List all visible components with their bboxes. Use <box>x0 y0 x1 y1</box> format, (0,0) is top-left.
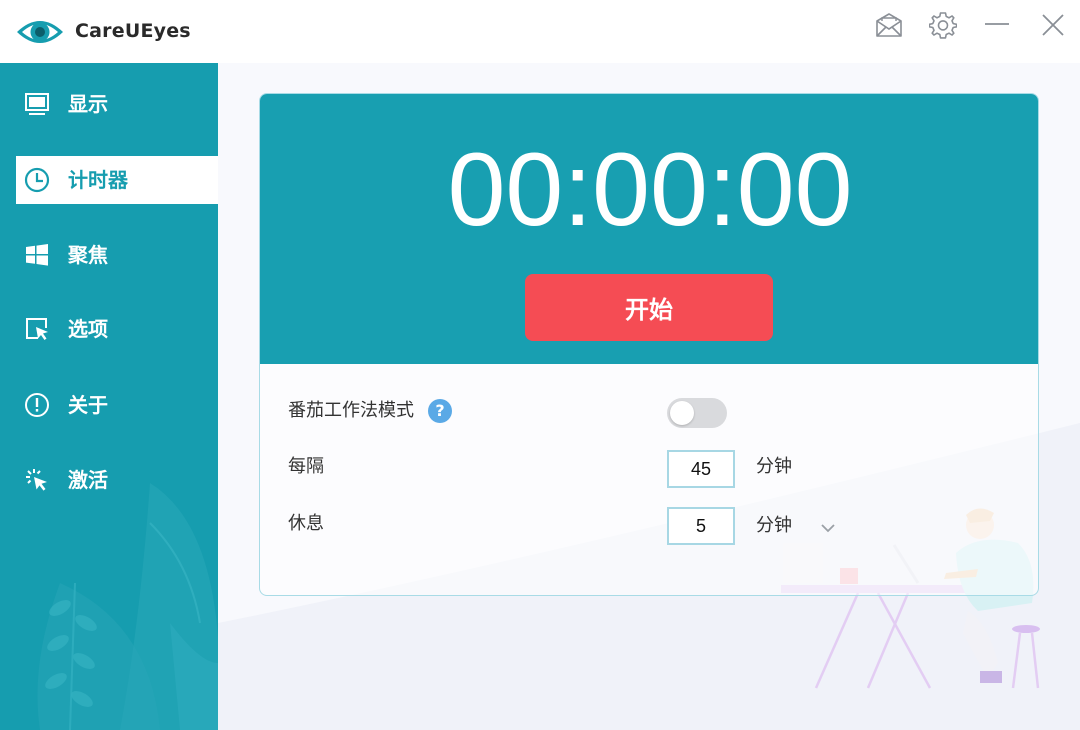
interval-label: 每隔 <box>288 456 324 477</box>
sidebar-item-label: 显示 <box>68 92 108 116</box>
help-icon[interactable]: ? <box>428 399 452 423</box>
sidebar-item-about[interactable]: 关于 <box>16 381 218 429</box>
clock-icon <box>24 167 50 193</box>
windows-icon <box>24 242 50 268</box>
sidebar-item-label: 聚焦 <box>68 243 108 267</box>
interval-input[interactable] <box>667 450 735 488</box>
eye-logo-icon <box>15 14 65 50</box>
pomodoro-mode-label: 番茄工作法模式 <box>288 400 414 421</box>
gear-icon[interactable] <box>928 10 958 40</box>
timer-header: 00:00:00 开始 <box>260 94 1038 364</box>
sidebar-item-label: 关于 <box>68 393 108 417</box>
activate-cursor-icon <box>24 467 50 493</box>
sidebar-item-focus[interactable]: 聚焦 <box>16 231 218 279</box>
sidebar-item-label: 激活 <box>68 468 108 492</box>
title-bar: CareUEyes <box>0 0 1080 63</box>
chevron-down-icon[interactable] <box>820 520 836 536</box>
sidebar-item-label: 计时器 <box>68 168 128 192</box>
toggle-knob <box>670 401 694 425</box>
rest-unit-label: 分钟 <box>756 515 792 536</box>
start-button[interactable]: 开始 <box>525 274 773 341</box>
info-circle-icon <box>24 392 50 418</box>
sidebar-item-activate[interactable]: 激活 <box>16 456 218 504</box>
mail-icon[interactable] <box>874 10 904 40</box>
cursor-box-icon <box>24 316 50 342</box>
app-title: CareUEyes <box>75 20 191 42</box>
interval-unit-label: 分钟 <box>756 456 792 477</box>
rest-label: 休息 <box>288 513 324 534</box>
sidebar-item-label: 选项 <box>68 317 108 341</box>
pomodoro-toggle[interactable] <box>667 398 727 428</box>
sidebar-item-display[interactable]: 显示 <box>16 80 218 128</box>
sidebar-item-options[interactable]: 选项 <box>16 305 218 353</box>
sidebar: 显示 计时器 聚焦 选项 关于 激活 <box>0 63 218 730</box>
monitor-icon <box>24 91 50 117</box>
minimize-icon[interactable] <box>982 10 1012 40</box>
main-content: 00:00:00 开始 番茄工作法模式 ? 每隔 分钟 休息 分钟 <box>218 63 1080 730</box>
sidebar-item-timer[interactable]: 计时器 <box>16 156 218 204</box>
timer-card: 00:00:00 开始 番茄工作法模式 ? 每隔 分钟 休息 分钟 <box>259 93 1039 596</box>
close-icon[interactable] <box>1038 10 1068 40</box>
rest-input[interactable] <box>667 507 735 545</box>
timer-display: 00:00:00 <box>447 132 853 248</box>
